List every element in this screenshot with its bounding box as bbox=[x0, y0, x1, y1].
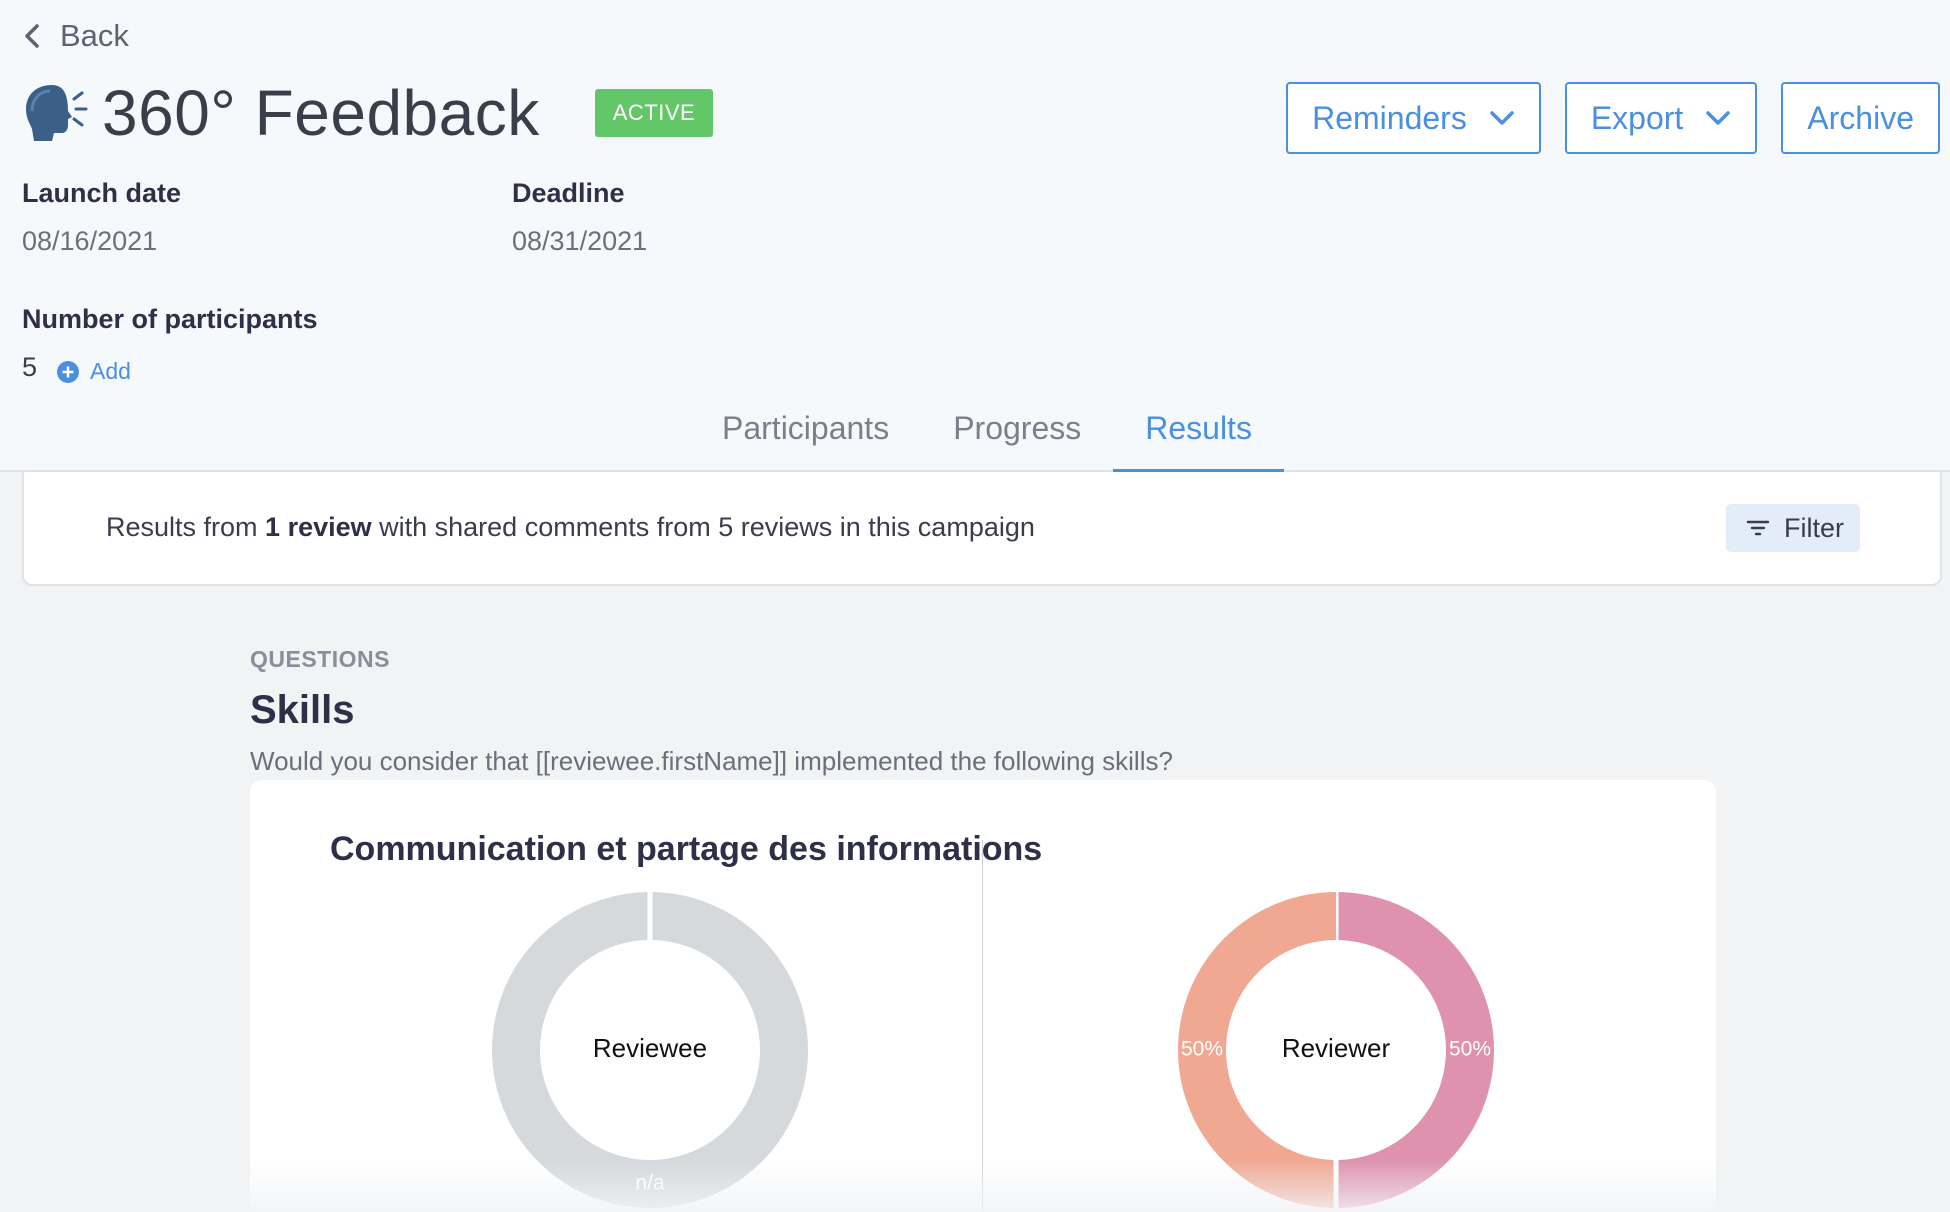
skill-result-card: Communication et partage des information… bbox=[250, 780, 1716, 1212]
campaign-header: Back 360° Feedback ACTIVE Reminders Expo… bbox=[0, 0, 1950, 472]
title-row: 360° Feedback ACTIVE bbox=[22, 76, 714, 150]
back-link[interactable]: Back bbox=[22, 14, 129, 58]
reviewee-donut-chart: n/a Reviewee bbox=[492, 891, 808, 1208]
back-label: Back bbox=[60, 18, 129, 53]
deadline-label: Deadline bbox=[512, 178, 625, 208]
launch-date-value: 08/16/2021 bbox=[22, 226, 158, 256]
add-participant-button[interactable]: Add bbox=[56, 358, 131, 385]
donut-center-label: Reviewee bbox=[593, 1033, 707, 1063]
filter-icon bbox=[1746, 520, 1770, 536]
deadline-value: 08/31/2021 bbox=[512, 226, 648, 256]
question-title: Skills bbox=[250, 688, 355, 732]
tab-results[interactable]: Results bbox=[1113, 406, 1284, 472]
results-summary-bar: Results from 1 review with shared commen… bbox=[22, 472, 1942, 586]
skill-title: Communication et partage des information… bbox=[330, 830, 1043, 868]
tab-progress[interactable]: Progress bbox=[921, 406, 1113, 472]
chart-divider bbox=[982, 840, 983, 1212]
section-label: QUESTIONS bbox=[250, 646, 390, 672]
donut-slice-label: n/a bbox=[635, 1172, 665, 1195]
results-suffix: with shared comments from 5 reviews in t… bbox=[371, 512, 1035, 542]
question-description: Would you consider that [[reviewee.first… bbox=[250, 746, 1173, 776]
status-badge: ACTIVE bbox=[594, 89, 714, 137]
donut-slice-label: 50% bbox=[1449, 1038, 1491, 1061]
reviewer-donut-chart: 50% 50% Reviewer bbox=[1178, 891, 1494, 1209]
filter-label: Filter bbox=[1784, 512, 1844, 543]
campaign-tabs: Participants Progress Results bbox=[690, 406, 1284, 472]
launch-date-label: Launch date bbox=[22, 178, 182, 208]
donut-slice-label: 50% bbox=[1181, 1038, 1223, 1061]
page-title: 360° Feedback bbox=[102, 77, 540, 149]
plus-circle-icon bbox=[57, 360, 79, 383]
tab-participants[interactable]: Participants bbox=[690, 406, 921, 472]
reminders-label: Reminders bbox=[1312, 99, 1467, 136]
archive-label: Archive bbox=[1807, 99, 1914, 136]
results-summary-text: Results from 1 review with shared commen… bbox=[106, 512, 1035, 543]
export-label: Export bbox=[1590, 99, 1684, 136]
results-prefix: Results from bbox=[106, 512, 266, 542]
chevron-down-icon bbox=[1490, 111, 1514, 125]
header-actions: Reminders Export Archive bbox=[1286, 82, 1940, 154]
review-count: 1 review bbox=[265, 512, 372, 542]
participants-label: Number of participants bbox=[22, 304, 318, 334]
speaking-head-icon bbox=[26, 85, 88, 141]
reminders-button[interactable]: Reminders bbox=[1286, 82, 1541, 154]
chevron-down-icon bbox=[1706, 111, 1731, 125]
donut-center-label: Reviewer bbox=[1282, 1033, 1391, 1063]
add-label: Add bbox=[90, 358, 131, 384]
participants-count: 5 bbox=[22, 352, 38, 382]
export-button[interactable]: Export bbox=[1564, 82, 1758, 154]
chevron-left-icon bbox=[25, 24, 39, 48]
filter-button[interactable]: Filter bbox=[1726, 504, 1860, 552]
archive-button[interactable]: Archive bbox=[1781, 82, 1940, 154]
